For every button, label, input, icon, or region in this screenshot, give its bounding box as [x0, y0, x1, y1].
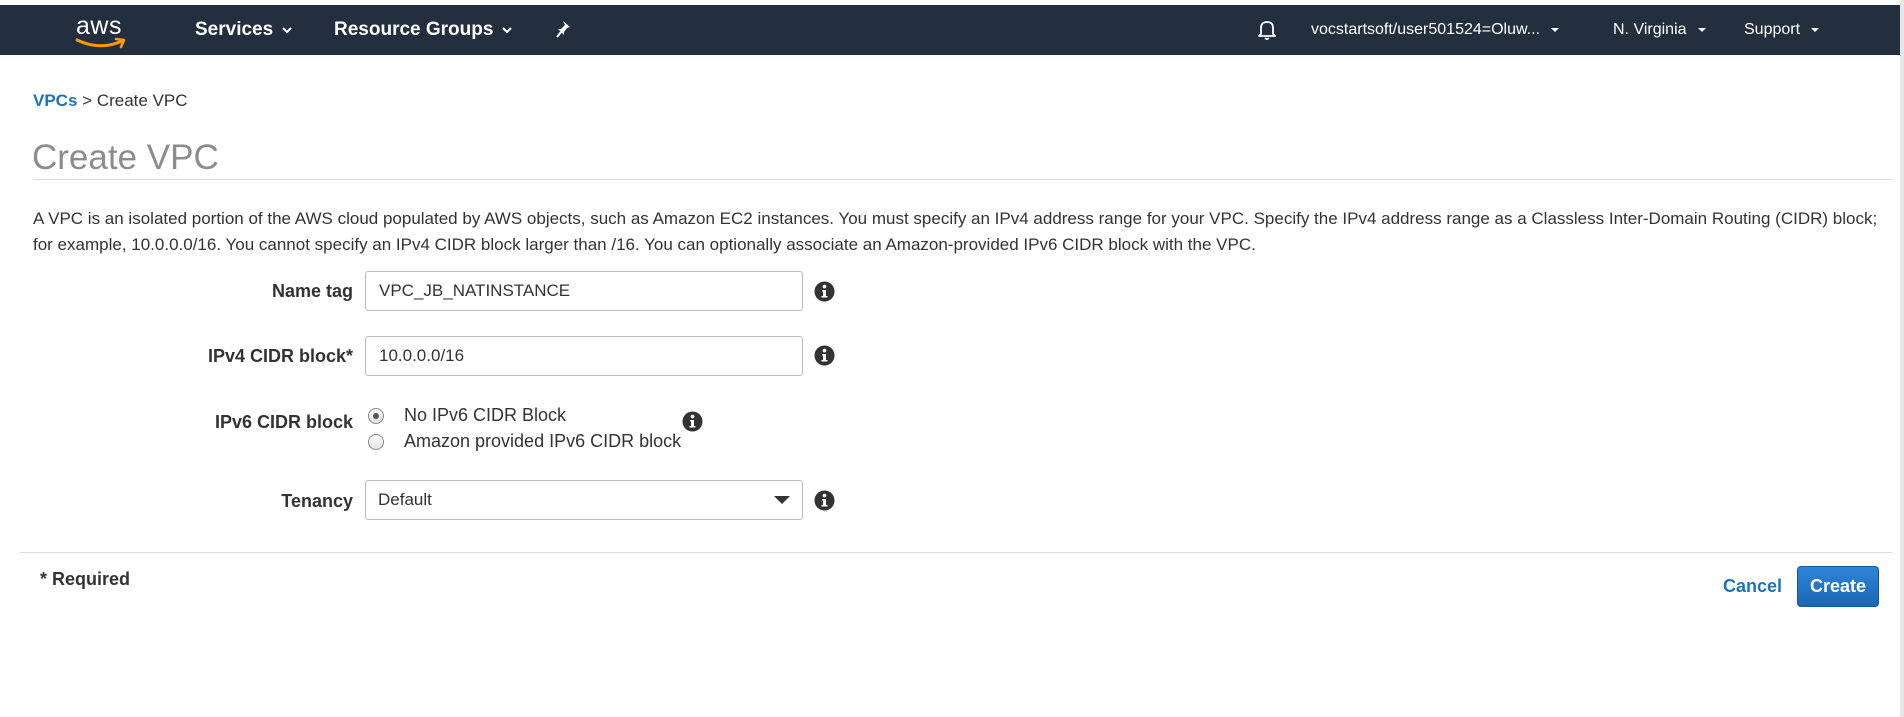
ipv4-cidr-label: IPv4 CIDR block*: [207, 346, 353, 366]
ipv6-option-none-label: No IPv6 CIDR Block: [404, 405, 567, 425]
chevron-down-icon: [1811, 28, 1820, 32]
account-label: vocstartsoft/user501524=Oluw...: [1311, 21, 1541, 38]
region-label: N. Virginia: [1613, 21, 1687, 38]
page-description: A VPC is an isolated portion of the AWS …: [33, 209, 1878, 254]
breadcrumb-vpcs-link[interactable]: VPCs: [33, 91, 77, 110]
services-menu[interactable]: Services: [195, 5, 293, 55]
top-navigation-bar: aws Services Resource Groups vocstartsof…: [0, 5, 1900, 55]
account-menu[interactable]: vocstartsoft/user501524=Oluw...: [1311, 5, 1560, 55]
info-icon[interactable]: [814, 345, 835, 366]
ipv6-option-amazon-label: Amazon provided IPv6 CIDR block: [404, 431, 682, 451]
region-menu[interactable]: N. Virginia: [1613, 5, 1707, 55]
page-title: Create VPC: [32, 138, 219, 177]
radio-button-selected[interactable]: [368, 407, 384, 424]
tenancy-label: Tenancy: [281, 491, 353, 511]
support-menu[interactable]: Support: [1744, 5, 1820, 55]
chevron-down-icon: [282, 27, 292, 34]
tenancy-selected-value: Default: [378, 490, 432, 509]
aws-smile-icon: [75, 37, 126, 49]
breadcrumb-current: Create VPC: [96, 91, 188, 110]
cancel-button[interactable]: Cancel: [1723, 576, 1782, 597]
pin-icon: [556, 21, 570, 38]
name-tag-label: Name tag: [271, 281, 353, 301]
breadcrumb: VPCs > Create VPC: [33, 91, 188, 111]
ipv6-cidr-label: IPv6 CIDR block: [214, 412, 353, 432]
ipv4-cidr-input[interactable]: [365, 336, 803, 376]
radio-button[interactable]: [368, 433, 384, 450]
ipv6-option-none[interactable]: No IPv6 CIDR Block: [368, 405, 566, 426]
name-tag-input[interactable]: [365, 271, 803, 311]
aws-logo[interactable]: aws: [74, 11, 130, 51]
tenancy-select[interactable]: Default: [365, 480, 803, 520]
required-note: * Required: [40, 569, 131, 589]
info-icon[interactable]: [814, 281, 835, 302]
services-label: Services: [195, 19, 274, 40]
chevron-down-icon: [1551, 28, 1560, 32]
breadcrumb-separator: >: [82, 91, 93, 110]
window-edge: [1900, 0, 1904, 717]
resource-groups-label: Resource Groups: [334, 19, 494, 40]
title-divider: [33, 179, 1892, 180]
chevron-down-icon: [502, 27, 513, 34]
pin-button[interactable]: [556, 5, 574, 55]
create-button[interactable]: Create: [1797, 566, 1879, 607]
info-icon[interactable]: [814, 490, 835, 511]
chevron-down-icon: [1697, 28, 1706, 32]
footer-divider: [20, 552, 1892, 553]
ipv6-option-amazon[interactable]: Amazon provided IPv6 CIDR block: [368, 431, 681, 452]
dropdown-arrow-icon: [774, 496, 790, 504]
info-icon[interactable]: [682, 411, 703, 432]
notifications-button[interactable]: [1256, 5, 1278, 55]
bell-icon: [1258, 21, 1276, 40]
resource-groups-menu[interactable]: Resource Groups: [334, 5, 513, 55]
support-label: Support: [1744, 21, 1801, 38]
